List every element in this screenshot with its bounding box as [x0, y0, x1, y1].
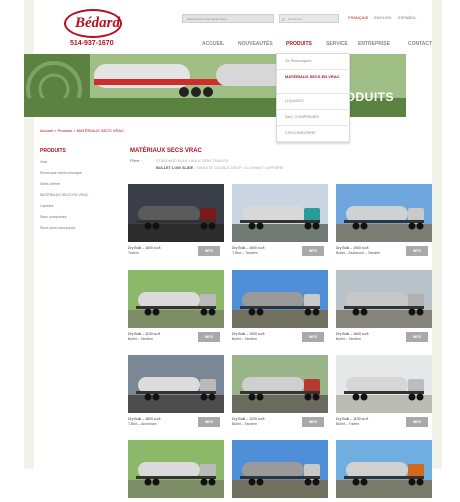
product-card[interactable]: [232, 440, 328, 502]
sidebar-item[interactable]: Sacs comprimés: [40, 215, 88, 226]
product-card[interactable]: Dry Bulk – 1100 cu.ft Bullet – Tandem INFO: [128, 270, 224, 342]
products-dropdown-menu: Sc Remorques MATÉRIAUX SECS EN VRAC LIQU…: [276, 53, 350, 143]
breadcrumb[interactable]: Accueil > Produits > MATÉRIAUX SECS VRAC: [40, 128, 124, 133]
nav-contact[interactable]: CONTACT: [408, 41, 432, 47]
dropdown-item[interactable]: CIRCONSCRIRE: [277, 126, 349, 142]
search-placeholder: Recherche: [288, 17, 303, 21]
nav-accueil[interactable]: ACCUEIL: [202, 41, 224, 47]
info-button[interactable]: INFO: [302, 417, 324, 427]
product-photo[interactable]: [128, 184, 224, 242]
product-subcaption: Bullet – Tandem: [232, 422, 258, 426]
product-photo[interactable]: [128, 355, 224, 413]
product-card[interactable]: Dry Bulk – 1100 cu.ft Bullet – Tridem INFO: [336, 355, 432, 427]
product-subcaption: Bullet – Aluminum – Tandem: [336, 251, 381, 255]
sidebar-item[interactable]: Semi-semi-remorques: [40, 226, 88, 237]
lang-link-en[interactable]: ENGLISH: [374, 15, 392, 20]
sidebar-item[interactable]: Liquides: [40, 204, 88, 215]
sidebar-title: PRODUITS: [40, 148, 66, 154]
equipment-select[interactable]: Sélectionnez une équipement: [182, 14, 274, 23]
product-card[interactable]: Dry Bulk – 1000 cu.ft Bullet – Tandem INFO: [232, 270, 328, 342]
product-grid: Dry Bulk – 1600 cu.ft Tridem INFO Dry Bulk …: [128, 184, 436, 498]
dropdown-item[interactable]: Sc Remorques: [277, 54, 349, 70]
info-button[interactable]: INFO: [198, 246, 220, 256]
filter-rest[interactable]: • GRAVITÉ DOUBLE DROP • À L'AVANT • ARRI…: [193, 166, 283, 170]
product-card[interactable]: [336, 440, 432, 502]
logo-text: Bédard: [75, 15, 120, 31]
search-icon: ⌕: [282, 17, 285, 23]
lang-link-fr[interactable]: FRANÇAIS: [348, 15, 368, 20]
product-card[interactable]: Dry Bulk – 1800 cu.ft T-Bird – Aluminum IN…: [128, 355, 224, 427]
product-card[interactable]: Dry Bulk – 1900 cu.ft Bullet – Aluminum –…: [336, 184, 432, 256]
product-card[interactable]: Dry Bulk – 1600 cu.ft Bullet – Tandem INFO: [336, 270, 432, 342]
nav-produits[interactable]: PRODUITS: [286, 41, 312, 47]
product-photo[interactable]: [128, 270, 224, 328]
sidebar-item[interactable]: MATÉRIAUX SECS EN VRAC: [40, 193, 88, 204]
phone-number: 514-937-1670: [70, 40, 114, 47]
filter-row-1[interactable]: STANDARD BULK • BULK SEMI-TRAILER: [156, 159, 229, 163]
product-photo[interactable]: [336, 440, 432, 498]
info-button[interactable]: INFO: [406, 332, 428, 342]
info-button[interactable]: INFO: [302, 246, 324, 256]
product-subcaption: Bullet – Tridem: [336, 422, 360, 426]
product-photo[interactable]: [336, 355, 432, 413]
product-subcaption: Tridem: [128, 251, 139, 255]
product-photo[interactable]: [336, 184, 432, 242]
nav-entreprise[interactable]: ENTREPRISE: [358, 41, 390, 47]
product-card[interactable]: [128, 440, 224, 502]
search-input[interactable]: ⌕ Recherche: [279, 14, 339, 23]
product-photo[interactable]: [232, 355, 328, 413]
sidebar-item[interactable]: Semi-citerne: [40, 182, 88, 193]
product-card[interactable]: Dry Bulk – 1600 cu.ft T-Bird – Tandem INFO: [232, 184, 328, 256]
product-card[interactable]: Dry Bulk – 1200 cu.ft Bullet – Tandem INFO: [232, 355, 328, 427]
dropdown-item[interactable]: SAC COMPRIMÉS: [277, 110, 349, 126]
sidebar-list: Vrac Remorque semi-remorque Semi-citerne…: [40, 160, 88, 237]
sidebar-item[interactable]: Vrac: [40, 160, 88, 171]
product-photo[interactable]: [128, 440, 224, 498]
info-button[interactable]: INFO: [406, 417, 428, 427]
logo[interactable]: Bédard: [64, 9, 122, 38]
info-button[interactable]: INFO: [302, 332, 324, 342]
product-photo[interactable]: [232, 440, 328, 498]
dropdown-item-active[interactable]: MATÉRIAUX SECS EN VRAC: [277, 70, 349, 94]
nav-service[interactable]: SERVICE: [326, 41, 348, 47]
product-subcaption: Bullet – Tandem: [232, 337, 258, 341]
product-subcaption: T-Bird – Tandem: [232, 251, 258, 255]
info-button[interactable]: INFO: [406, 246, 428, 256]
product-subcaption: Bullet – Tandem: [128, 337, 154, 341]
product-photo[interactable]: [232, 270, 328, 328]
sidebar-item[interactable]: Remorque semi-remorque: [40, 171, 88, 182]
product-card[interactable]: Dry Bulk – 1600 cu.ft Tridem INFO: [128, 184, 224, 256]
product-subcaption: T-Bird – Aluminum: [128, 422, 157, 426]
nav-nouveautes[interactable]: NOUVEAUTÉS: [238, 41, 273, 47]
product-photo[interactable]: [232, 184, 328, 242]
product-subcaption: Bullet – Tandem: [336, 337, 362, 341]
filter-active[interactable]: BULLET LOW SLIDE: [156, 166, 193, 170]
product-photo[interactable]: [336, 270, 432, 328]
info-button[interactable]: INFO: [198, 332, 220, 342]
content-title: MATÉRIAUX SECS VRAC: [130, 148, 202, 154]
filter-label: Filtrer :: [130, 159, 142, 163]
filter-row-2[interactable]: BULLET LOW SLIDE • GRAVITÉ DOUBLE DROP •…: [156, 166, 284, 170]
lang-link-es[interactable]: ESPAÑOL: [398, 15, 417, 20]
info-button[interactable]: INFO: [198, 417, 220, 427]
dropdown-item[interactable]: LIQUIDES: [277, 94, 349, 110]
